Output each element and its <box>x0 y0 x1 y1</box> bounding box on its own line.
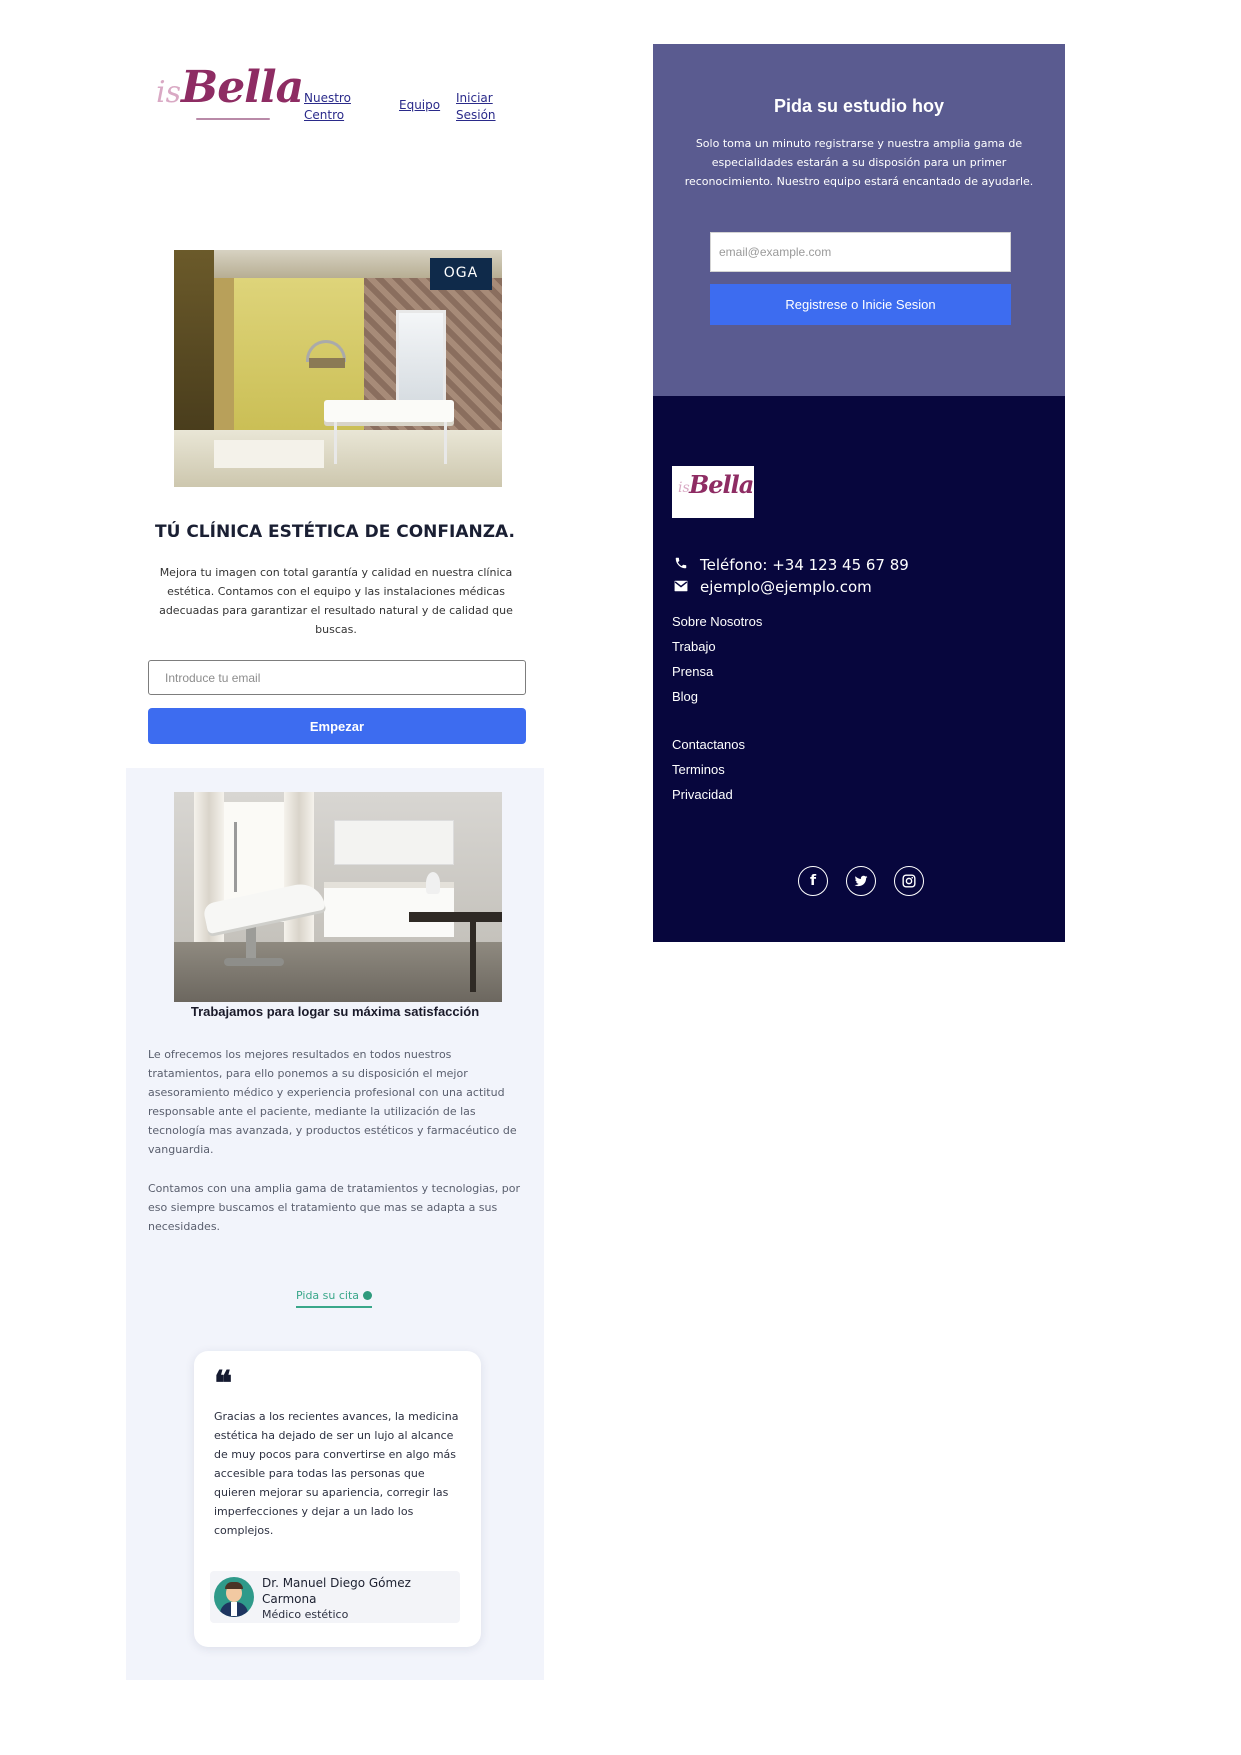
logo-swoosh <box>196 118 270 120</box>
signup-title: Pida su estudio hoy <box>773 96 945 116</box>
clinic-reception-image: OGA <box>174 250 502 487</box>
footer: is Bella Teléfono: +34 123 45 67 89 ejem… <box>653 396 1065 942</box>
testimonial-card: ❝ Gracias a los recientes avances, la me… <box>194 1351 481 1647</box>
hero-description: Mejora tu imagen con total garantía y ca… <box>159 566 513 636</box>
about-paragraph-1: Le ofrecemos los mejores resultados en t… <box>148 1048 517 1156</box>
contact-phone[interactable]: Teléfono: +34 123 45 67 89 <box>672 556 909 574</box>
footer-link-sobre-nosotros[interactable]: Sobre Nosotros <box>672 614 762 629</box>
logo-bella-text: Bella <box>181 62 304 113</box>
isbella-logo[interactable]: isBella <box>156 62 304 120</box>
footer-link-prensa[interactable]: Prensa <box>672 664 713 679</box>
about-paragraph-2: Contamos con una amplia gama de tratamie… <box>148 1182 521 1233</box>
landing-page-mobile: isBella Nuestro Centro Equipo Iniciar Se… <box>126 40 544 1680</box>
arrow-dot-icon <box>363 1291 373 1300</box>
footer-logo-is: is <box>678 480 690 496</box>
start-button[interactable]: Empezar <box>148 708 526 744</box>
instagram-icon[interactable] <box>894 866 924 896</box>
contact-email[interactable]: ejemplo@ejemplo.com <box>672 578 872 596</box>
footer-link-trabajo[interactable]: Trabajo <box>672 639 716 654</box>
footer-link-terminos[interactable]: Terminos <box>672 762 725 777</box>
footer-link-privacidad[interactable]: Privacidad <box>672 787 733 802</box>
facebook-icon[interactable]: f <box>798 866 828 896</box>
nav-link-nuestro-centro[interactable]: Nuestro Centro <box>304 90 358 124</box>
signup-section: Pida su estudio hoy Solo toma un minuto … <box>653 44 1065 396</box>
contact-phone-text: Teléfono: +34 123 45 67 89 <box>700 556 909 574</box>
signup-description: Solo toma un minuto registrarse y nuestr… <box>684 137 1034 188</box>
quote-icon: ❝ <box>214 1364 233 1404</box>
author-role: Médico estético <box>262 1608 349 1621</box>
signup-email-input[interactable] <box>710 232 1011 272</box>
footer-link-blog[interactable]: Blog <box>672 689 698 704</box>
contact-email-text: ejemplo@ejemplo.com <box>700 578 872 596</box>
about-title: Trabajamos para logar su máxima satisfac… <box>190 1004 480 1019</box>
treatment-room-image <box>174 792 502 1002</box>
logo-is-text: is <box>156 75 181 110</box>
testimonial-text: Gracias a los recientes avances, la medi… <box>214 1410 459 1537</box>
twitter-icon[interactable] <box>846 866 876 896</box>
footer-logo[interactable]: is Bella <box>672 466 754 518</box>
hero-email-input[interactable] <box>148 660 526 695</box>
avatar <box>214 1577 254 1617</box>
oga-brand-badge: OGA <box>430 258 492 290</box>
book-appointment-label: Pida su cita <box>296 1289 360 1302</box>
testimonial-author: Dr. Manuel Diego Gómez Carmona Médico es… <box>210 1571 460 1623</box>
author-name: Dr. Manuel Diego Gómez Carmona <box>262 1576 411 1606</box>
footer-link-contactanos[interactable]: Contactanos <box>672 737 745 752</box>
nav-link-iniciar-sesion[interactable]: Iniciar Sesión <box>456 90 502 124</box>
signup-and-footer-panel: Pida su estudio hoy Solo toma un minuto … <box>653 44 1065 942</box>
phone-icon <box>672 556 690 574</box>
footer-logo-bella: Bella <box>689 470 754 499</box>
book-appointment-link[interactable]: Pida su cita <box>296 1289 373 1308</box>
hero-title: TÚ CLÍNICA ESTÉTICA DE CONFIANZA. <box>155 522 515 542</box>
nav-link-equipo[interactable]: Equipo <box>399 97 440 114</box>
register-login-button[interactable]: Registrese o Inicie Sesion <box>710 284 1011 325</box>
mail-icon <box>672 580 690 596</box>
